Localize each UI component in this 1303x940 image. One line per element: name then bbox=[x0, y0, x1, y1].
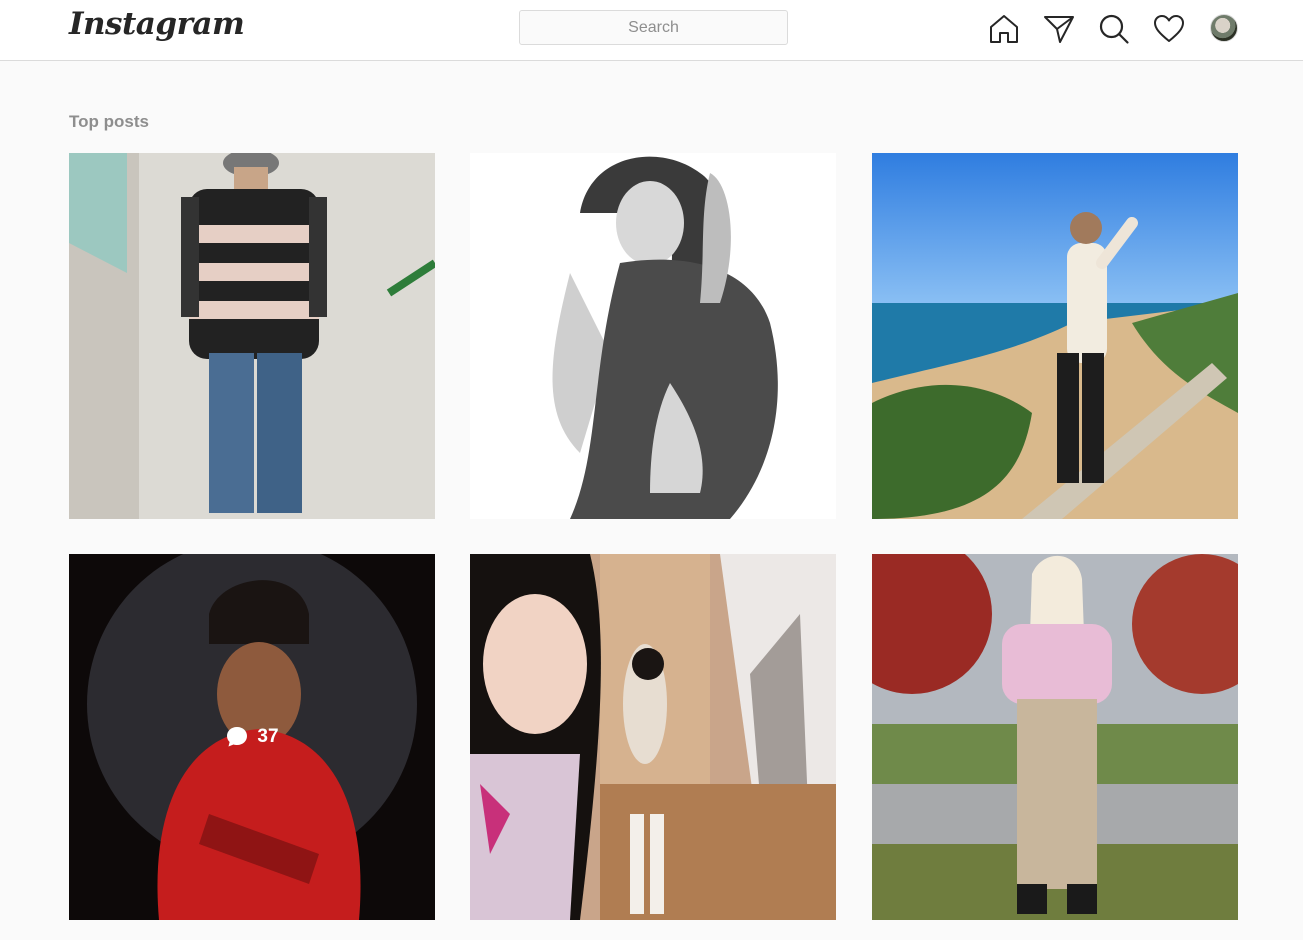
post-thumbnail[interactable] bbox=[872, 153, 1238, 519]
post-photo bbox=[69, 153, 435, 519]
comment-bubble-icon bbox=[227, 727, 248, 747]
home-icon[interactable] bbox=[988, 13, 1020, 45]
section-title-top-posts: Top posts bbox=[69, 112, 149, 131]
post-hover-overlay: 37 bbox=[69, 554, 435, 920]
post-thumbnail[interactable] bbox=[470, 554, 836, 920]
direct-message-icon[interactable] bbox=[1043, 13, 1075, 45]
post-thumbnail[interactable] bbox=[470, 153, 836, 519]
search-input[interactable] bbox=[519, 10, 788, 45]
profile-avatar[interactable] bbox=[1210, 14, 1238, 42]
post-photo bbox=[872, 153, 1238, 519]
activity-heart-icon[interactable] bbox=[1153, 13, 1185, 45]
post-thumbnail[interactable] bbox=[69, 153, 435, 519]
post-thumbnail[interactable]: 37 bbox=[69, 554, 435, 920]
instagram-logo[interactable]: Instagram bbox=[69, 6, 245, 42]
post-photo bbox=[872, 554, 1238, 920]
post-photo bbox=[470, 153, 836, 519]
post-photo bbox=[470, 554, 836, 920]
comment-count: 37 bbox=[257, 726, 279, 747]
explore-search-icon[interactable] bbox=[1098, 13, 1130, 45]
top-navigation-bar: Instagram bbox=[0, 0, 1303, 61]
post-thumbnail[interactable] bbox=[872, 554, 1238, 920]
